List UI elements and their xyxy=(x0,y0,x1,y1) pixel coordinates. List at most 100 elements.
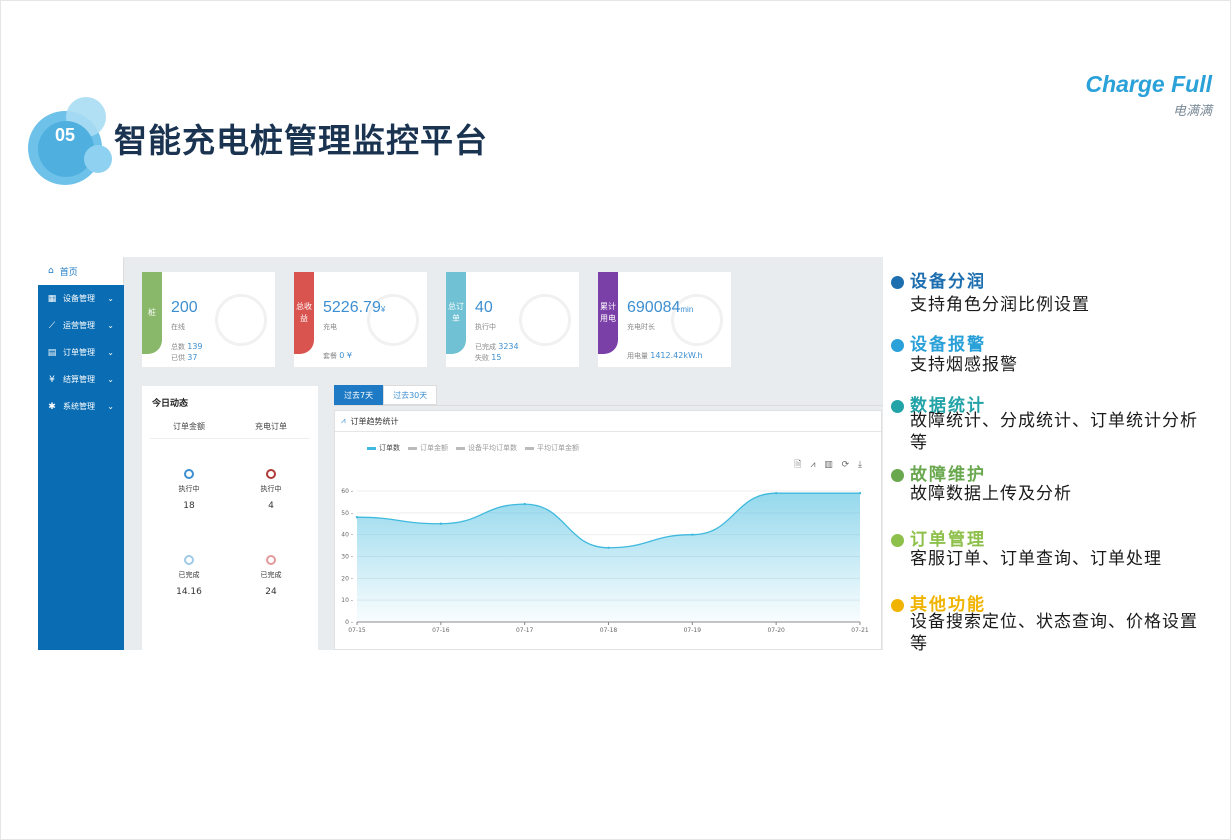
x-tick-label: 07-15 xyxy=(348,627,366,634)
chevron-down-icon: ⌄ xyxy=(107,294,114,303)
section-number: 05 xyxy=(55,125,76,145)
sidebar-item-system[interactable]: ✱ 系统管理 ⌄ xyxy=(38,393,124,420)
card-foot: 套餐 0 ¥ xyxy=(323,351,352,360)
line-chart-icon: ⩘ xyxy=(341,416,346,425)
today-title: 今日动态 xyxy=(152,399,189,409)
stat-executing-orders: 执行中 4 xyxy=(236,469,306,511)
stat-card-revenue: 总收益 5226.79¥ 充电 套餐 0 ¥ xyxy=(294,272,427,367)
brand-logo: Charge Full 电满满 xyxy=(1085,71,1212,119)
section-badge-bubbles xyxy=(26,97,126,187)
x-tick-label: 07-19 xyxy=(684,627,702,634)
stat-executing-amount: 执行中 18 xyxy=(154,469,224,511)
card-tag: 桩 xyxy=(142,272,162,354)
stat-card-energy: 累计用电 690084min 充电时长 用电量 1412.42kW.h xyxy=(598,272,731,367)
brand-name-en: Charge Full xyxy=(1085,71,1212,97)
legend-item[interactable]: 订单金额 xyxy=(408,443,448,453)
y-tick-label: 10 - xyxy=(341,597,353,604)
data-point xyxy=(607,546,610,549)
data-point xyxy=(355,516,359,519)
main-content: 桩 200 在线 总数 139 已供 37 总收益 5226.79¥ 充电 套餐… xyxy=(124,257,883,650)
data-point xyxy=(439,522,443,525)
trend-chart: 0 - 10 - 20 - 30 - 40 - 50 - 60 - 07-15 07-16 07-… xyxy=(341,488,869,634)
status-ring-icon xyxy=(184,555,194,565)
y-tick-label: 50 - xyxy=(341,510,353,517)
bullet-icon xyxy=(891,276,904,289)
gear-icon: ✱ xyxy=(48,401,56,412)
stat-card-orders: 总订单 40 执行中 已完成 3234 失败 15 xyxy=(446,272,579,367)
x-tick-label: 07-16 xyxy=(432,627,450,634)
card-tag: 总订单 xyxy=(446,272,466,354)
chart-legend: 订单数 订单金额 设备平均订单数 平均订单金额 xyxy=(367,443,579,453)
card-sub: 充电 xyxy=(323,323,337,331)
bulb-icon xyxy=(215,294,267,346)
chevron-down-icon: ⌄ xyxy=(107,321,114,330)
sidebar-item-label: 结算管理 xyxy=(63,375,95,384)
sidebar-item-label: 运营管理 xyxy=(63,321,95,330)
card-value: 40 xyxy=(475,299,493,316)
sidebar-item-orders[interactable]: ▤ 订单管理 ⌄ xyxy=(38,339,124,366)
card-sub: 在线 xyxy=(171,323,185,331)
stat-completed-amount: 已完成 14.16 xyxy=(154,555,224,597)
tab-30-days[interactable]: 过去30天 xyxy=(383,385,438,405)
y-tick-label: 20 - xyxy=(341,575,353,582)
chart-title: 订单趋势统计 xyxy=(350,416,399,426)
y-tick-label: 60 - xyxy=(341,488,353,495)
page-title: 智能充电桩管理监控平台 xyxy=(114,121,488,160)
card-value: 5226.79¥ xyxy=(323,299,386,316)
x-tick-label: 07-17 xyxy=(516,627,534,634)
home-icon: ⌂ xyxy=(48,266,54,276)
card-foot: 总数 139 xyxy=(171,342,203,351)
card-foot: 失败 15 xyxy=(475,353,502,362)
tab-7-days[interactable]: 过去7天 xyxy=(334,385,384,405)
sidebar-item-operations[interactable]: ⟋ 运营管理 ⌄ xyxy=(38,312,124,339)
sidebar-item-label: 订单管理 xyxy=(63,348,95,357)
clipboard-icon xyxy=(519,294,571,346)
bullet-icon xyxy=(891,534,904,547)
legend-item[interactable]: 平均订单金额 xyxy=(525,443,579,453)
chevron-down-icon: ⌄ xyxy=(107,348,114,357)
sidebar-item-home[interactable]: ⌂ 首页 xyxy=(38,257,124,285)
card-value: 200 xyxy=(171,299,198,316)
bullet-icon xyxy=(891,339,904,352)
bullet-icon xyxy=(891,469,904,482)
card-value: 690084min xyxy=(627,299,694,316)
status-ring-icon xyxy=(266,469,276,479)
document-icon: ▤ xyxy=(47,347,57,358)
legend-item[interactable]: 订单数 xyxy=(367,443,400,453)
x-tick-label: 07-20 xyxy=(767,627,785,634)
sidebar-item-label: 首页 xyxy=(59,267,78,278)
range-tabs: 过去7天 过去30天 xyxy=(334,385,438,405)
card-tag: 总收益 xyxy=(294,272,314,354)
card-sub: 执行中 xyxy=(475,323,496,331)
today-panel: 今日动态 订单金额 充电订单 执行中 18 执行中 4 已完成 14.16 已完… xyxy=(142,386,318,650)
chevron-down-icon: ⌄ xyxy=(107,375,114,384)
legend-item[interactable]: 设备平均订单数 xyxy=(456,443,517,453)
chart-panel: ⩘ 订单趋势统计 订单数 订单金额 设备平均订单数 平均订单金额 🗎 ⩘ ▥ ⟳… xyxy=(334,410,882,650)
sidebar-item-settlement[interactable]: ¥ 结算管理 ⌄ xyxy=(38,366,124,393)
card-foot: 用电量 1412.42kW.h xyxy=(627,351,703,360)
card-foot: 已完成 3234 xyxy=(475,342,519,351)
slide: 05 智能充电桩管理监控平台 Charge Full 电满满 ⌂ 首页 ▦ 设备… xyxy=(0,0,1231,840)
y-tick-label: 0 - xyxy=(345,619,353,626)
column-header: 订单金额 xyxy=(173,422,205,431)
dashboard-screenshot: ⌂ 首页 ▦ 设备管理 ⌄ ⟋ 运营管理 ⌄ ▤ 订单管理 ⌄ ¥ 结算管理 ⌄ xyxy=(38,257,883,650)
chart-toolbox[interactable]: 🗎 ⩘ ▥ ⟳ ⤓ xyxy=(794,457,865,473)
card-sub: 充电时长 xyxy=(627,323,655,331)
stat-completed-orders: 已完成 24 xyxy=(236,555,306,597)
stat-card-piles: 桩 200 在线 总数 139 已供 37 xyxy=(142,272,275,367)
sidebar-item-device[interactable]: ▦ 设备管理 ⌄ xyxy=(38,285,124,312)
grid-icon: ▦ xyxy=(47,293,57,304)
sidebar-item-label: 设备管理 xyxy=(63,294,95,303)
chart-icon: ⟋ xyxy=(48,320,56,331)
x-tick-label: 07-18 xyxy=(600,627,618,634)
yen-icon: ¥ xyxy=(49,374,55,385)
x-tick-label: 07-21 xyxy=(851,627,869,634)
data-point xyxy=(774,491,778,495)
data-point xyxy=(523,502,526,506)
data-point xyxy=(691,533,694,536)
status-ring-icon xyxy=(184,469,194,479)
brand-name-cn: 电满满 xyxy=(1172,104,1212,119)
card-foot: 已供 37 xyxy=(171,353,198,362)
chart-header: ⩘ 订单趋势统计 xyxy=(335,411,881,432)
bullet-icon xyxy=(891,599,904,612)
